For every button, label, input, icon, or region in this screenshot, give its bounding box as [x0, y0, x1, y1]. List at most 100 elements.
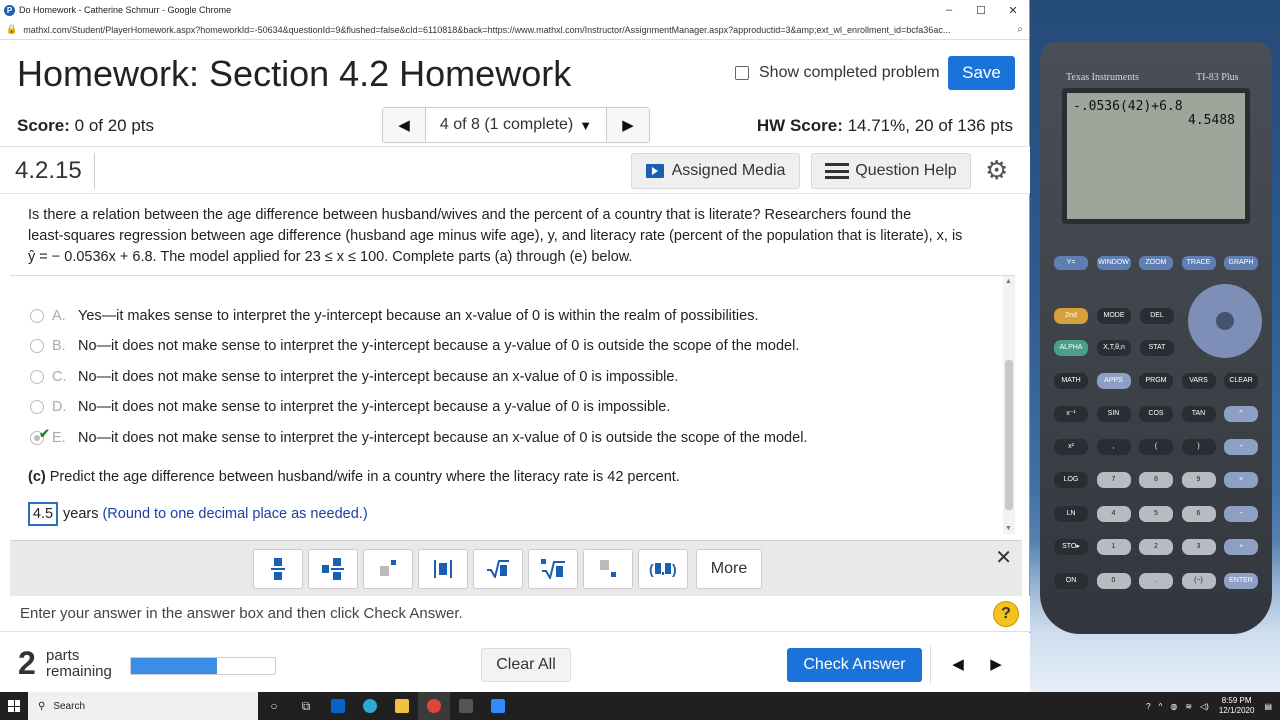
check-answer-button[interactable]: Check Answer: [787, 648, 922, 682]
gear-icon[interactable]: ⚙: [985, 157, 1008, 183]
calc-key-square[interactable]: x²: [1054, 439, 1088, 455]
ordered-pair-tool-button[interactable]: (): [638, 549, 688, 589]
zoom-app-icon[interactable]: [482, 692, 514, 720]
calc-key-decimal[interactable]: .: [1139, 573, 1173, 589]
calc-key-multiply[interactable]: ×: [1224, 472, 1258, 488]
calc-key-6[interactable]: 6: [1181, 506, 1216, 522]
assigned-media-button[interactable]: Assigned Media: [631, 153, 800, 189]
zoom-icon[interactable]: ⌕: [1017, 24, 1023, 35]
calc-key-xttn[interactable]: X,T,θ,n: [1097, 340, 1131, 356]
next-question-button[interactable]: ▶: [607, 108, 649, 142]
minimize-button[interactable]: –: [933, 4, 965, 17]
question-selector[interactable]: 4 of 8 (1 complete) ▼: [425, 108, 607, 142]
next-part-button[interactable]: ▶: [978, 648, 1014, 682]
clear-all-button[interactable]: Clear All: [481, 648, 571, 682]
more-tools-button[interactable]: More: [696, 549, 762, 589]
calc-key-inverse[interactable]: x⁻¹: [1054, 406, 1088, 422]
edge-icon[interactable]: [354, 692, 386, 720]
help-tray-icon[interactable]: ?: [1146, 702, 1150, 711]
calc-key-minus[interactable]: −: [1224, 506, 1258, 522]
calc-key-vars[interactable]: VARS: [1181, 373, 1216, 389]
calc-key-on[interactable]: ON: [1054, 573, 1088, 589]
help-icon[interactable]: ?: [993, 601, 1019, 627]
option-e[interactable]: ✔ E. No—it does not make sense to interp…: [30, 426, 807, 446]
radio-button[interactable]: [30, 400, 44, 414]
cortana-icon[interactable]: ○: [258, 692, 290, 720]
close-icon[interactable]: ✕: [995, 545, 1012, 570]
square-root-tool-button[interactable]: [473, 549, 523, 589]
calc-key-sin[interactable]: SIN: [1096, 406, 1131, 422]
show-completed-checkbox[interactable]: [735, 66, 749, 80]
address-bar[interactable]: 🔒 mathxl.com/Student/PlayerHomework.aspx…: [0, 20, 1029, 40]
option-a[interactable]: A. Yes—it makes sense to interpret the y…: [30, 308, 759, 324]
calc-key-lparen[interactable]: (: [1139, 439, 1173, 455]
calc-key-7[interactable]: 7: [1096, 472, 1131, 488]
absolute-value-tool-button[interactable]: [418, 549, 468, 589]
calc-key-2nd[interactable]: 2nd: [1054, 308, 1088, 324]
calc-key-3[interactable]: 3: [1181, 539, 1216, 555]
show-completed-toggle[interactable]: Show completed problem: [735, 64, 940, 82]
chevron-up-icon[interactable]: ^: [1159, 702, 1163, 711]
calc-key-log[interactable]: LOG: [1054, 472, 1088, 488]
calc-key-0[interactable]: 0: [1096, 573, 1131, 589]
calc-key-zoom[interactable]: ZOOM: [1139, 256, 1173, 270]
scrollbar-thumb[interactable]: [1005, 360, 1013, 510]
radio-button[interactable]: [30, 370, 44, 384]
close-window-button[interactable]: ✕: [997, 4, 1029, 17]
url-text[interactable]: mathxl.com/Student/PlayerHomework.aspx?h…: [23, 25, 1013, 35]
calc-key-sto[interactable]: STO▸: [1054, 539, 1088, 555]
calc-key-negative[interactable]: (−): [1181, 573, 1216, 589]
calc-key-prgm[interactable]: PRGM: [1139, 373, 1173, 389]
calc-key-5[interactable]: 5: [1139, 506, 1173, 522]
option-d[interactable]: D. No—it does not make sense to interpre…: [30, 399, 670, 415]
radio-button-selected[interactable]: ✔: [30, 426, 50, 445]
calc-key-1[interactable]: 1: [1096, 539, 1131, 555]
calc-key-window[interactable]: WINDOW: [1096, 256, 1131, 270]
wifi-icon[interactable]: ≋: [1185, 702, 1192, 711]
calculator-dpad[interactable]: [1188, 284, 1262, 358]
calc-key-divide[interactable]: ÷: [1224, 439, 1258, 455]
calc-key-math[interactable]: MATH: [1054, 373, 1088, 389]
network-icon[interactable]: ◍: [1170, 702, 1177, 711]
option-c[interactable]: C. No—it does not make sense to interpre…: [30, 369, 678, 385]
volume-icon[interactable]: ◁): [1200, 702, 1209, 711]
outlook-icon[interactable]: [322, 692, 354, 720]
save-button[interactable]: Save: [948, 56, 1015, 90]
calc-key-enter[interactable]: ENTER: [1224, 573, 1258, 589]
radio-button[interactable]: [30, 309, 44, 323]
calc-key-mode[interactable]: MODE: [1097, 308, 1131, 324]
answer-area[interactable]: A. Yes—it makes sense to interpret the y…: [10, 275, 1015, 535]
subscript-tool-button[interactable]: [583, 549, 633, 589]
task-view-icon[interactable]: ⧉: [290, 692, 322, 720]
previous-question-button[interactable]: ◀: [383, 108, 425, 142]
calc-key-trace[interactable]: TRACE: [1181, 256, 1216, 270]
calc-key-4[interactable]: 4: [1096, 506, 1131, 522]
radio-button[interactable]: [30, 339, 44, 353]
clock[interactable]: 8:59 PM 12/1/2020: [1219, 696, 1255, 716]
calc-key-rparen[interactable]: ): [1181, 439, 1216, 455]
calc-key-clear[interactable]: CLEAR: [1224, 373, 1258, 389]
question-help-button[interactable]: Question Help: [811, 153, 971, 189]
calc-key-8[interactable]: 8: [1139, 472, 1173, 488]
calc-key-plus[interactable]: +: [1224, 539, 1258, 555]
chrome-icon[interactable]: [418, 692, 450, 720]
file-explorer-icon[interactable]: [386, 692, 418, 720]
calc-key-9[interactable]: 9: [1181, 472, 1216, 488]
option-b[interactable]: B. No—it does not make sense to interpre…: [30, 338, 799, 354]
nth-root-tool-button[interactable]: [528, 549, 578, 589]
windows-start-icon[interactable]: [0, 692, 28, 720]
calculator-app-icon[interactable]: [450, 692, 482, 720]
previous-part-button[interactable]: ◀: [940, 648, 976, 682]
calc-key-tan[interactable]: TAN: [1181, 406, 1216, 422]
answer-input[interactable]: 4.5: [28, 502, 58, 526]
calc-key-comma[interactable]: ,: [1096, 439, 1131, 455]
calc-key-apps[interactable]: APPS: [1096, 373, 1131, 389]
calc-key-y-equals[interactable]: Y=: [1054, 256, 1088, 270]
taskbar-search[interactable]: ⚲ Search: [28, 692, 258, 720]
mixed-number-tool-button[interactable]: [308, 549, 358, 589]
calc-key-stat[interactable]: STAT: [1140, 340, 1174, 356]
scrollbar[interactable]: ▲ ▼: [1003, 276, 1015, 534]
maximize-button[interactable]: ☐: [965, 4, 997, 17]
calc-key-2[interactable]: 2: [1139, 539, 1173, 555]
calc-key-del[interactable]: DEL: [1140, 308, 1174, 324]
